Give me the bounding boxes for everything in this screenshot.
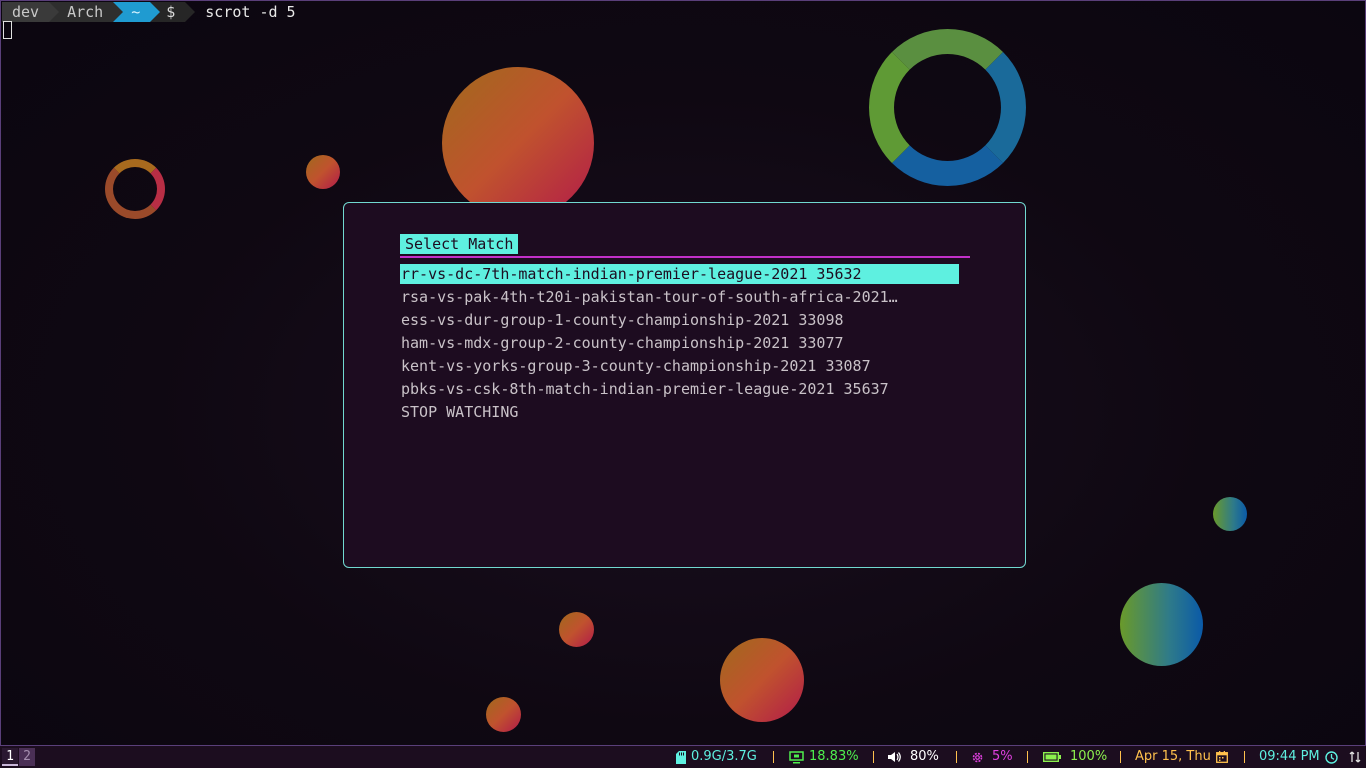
wallpaper-ring <box>105 159 165 219</box>
memory-value: 0.9G/3.7G <box>691 749 757 764</box>
divider <box>1120 751 1121 763</box>
terminal-cursor <box>3 21 12 39</box>
speaker-icon <box>888 752 901 762</box>
title-underline <box>400 256 970 258</box>
divider <box>1244 751 1245 763</box>
wallpaper-circle <box>1120 583 1203 666</box>
wallpaper-circle <box>306 155 340 189</box>
match-list: rr-vs-dc-7th-match-indian-premier-league… <box>400 264 960 425</box>
wallpaper-circle <box>442 67 594 219</box>
calendar-icon <box>1215 751 1228 763</box>
desktop: dev Arch ~ $ scrot -d 5 Select Match rr-… <box>0 0 1366 746</box>
divider <box>1027 751 1028 763</box>
volume-module[interactable]: 80% <box>887 746 939 768</box>
cpu-value: 18.83% <box>809 749 859 764</box>
divider <box>956 751 957 763</box>
network-icon <box>1349 751 1361 763</box>
match-option[interactable]: rr-vs-dc-7th-match-indian-premier-league… <box>400 264 959 284</box>
clock-icon <box>1324 750 1338 764</box>
memory-module: 0.9G/3.7G <box>676 746 757 768</box>
status-bar: 1 2 0.9G/3.7G 18.83% 80% 5% 100% Apr 15,… <box>0 746 1366 768</box>
wallpaper-circle <box>720 638 804 722</box>
battery-module: 100% <box>1043 746 1107 768</box>
brightness-module: 5% <box>971 746 1013 768</box>
wallpaper-circle <box>486 697 521 732</box>
prompt-user: dev <box>2 2 60 22</box>
sd-card-icon <box>676 750 686 764</box>
battery-icon <box>1043 752 1061 762</box>
time-value: 09:44 PM <box>1259 749 1320 764</box>
workspace-1[interactable]: 1 <box>2 748 18 766</box>
gear-icon <box>972 752 983 762</box>
match-option[interactable]: kent-vs-yorks-group-3-county-championshi… <box>400 356 953 379</box>
clock-module: 09:44 PM <box>1259 746 1338 768</box>
select-match-dialog: Select Match rr-vs-dc-7th-match-indian-p… <box>343 202 1026 568</box>
stop-watching-option[interactable]: STOP WATCHING <box>400 402 953 425</box>
brightness-value: 5% <box>992 749 1013 764</box>
tray[interactable] <box>1349 746 1361 768</box>
match-option[interactable]: ess-vs-dur-group-1-county-championship-2… <box>400 310 953 333</box>
terminal-command: scrot -d 5 <box>205 3 296 21</box>
cpu-module: 18.83% <box>789 746 859 768</box>
divider <box>773 751 774 763</box>
wallpaper-circle <box>559 612 594 647</box>
match-option[interactable]: ham-vs-mdx-group-2-county-championship-2… <box>400 333 953 356</box>
monitor-icon <box>789 750 804 763</box>
dialog-title: Select Match <box>400 234 519 254</box>
date-module: Apr 15, Thu <box>1135 746 1228 768</box>
shell-prompt: dev Arch ~ $ scrot -d 5 <box>2 2 296 22</box>
divider <box>873 751 874 763</box>
battery-value: 100% <box>1070 749 1108 764</box>
volume-value: 80% <box>910 749 939 764</box>
workspace-2[interactable]: 2 <box>19 748 35 766</box>
wallpaper-circle <box>1213 497 1247 531</box>
date-value: Apr 15, Thu <box>1135 749 1211 764</box>
match-option[interactable]: pbks-vs-csk-8th-match-indian-premier-lea… <box>400 379 953 402</box>
match-option[interactable]: rsa-vs-pak-4th-t20i-pakistan-tour-of-sou… <box>400 287 953 310</box>
wallpaper-ring <box>869 29 1026 186</box>
